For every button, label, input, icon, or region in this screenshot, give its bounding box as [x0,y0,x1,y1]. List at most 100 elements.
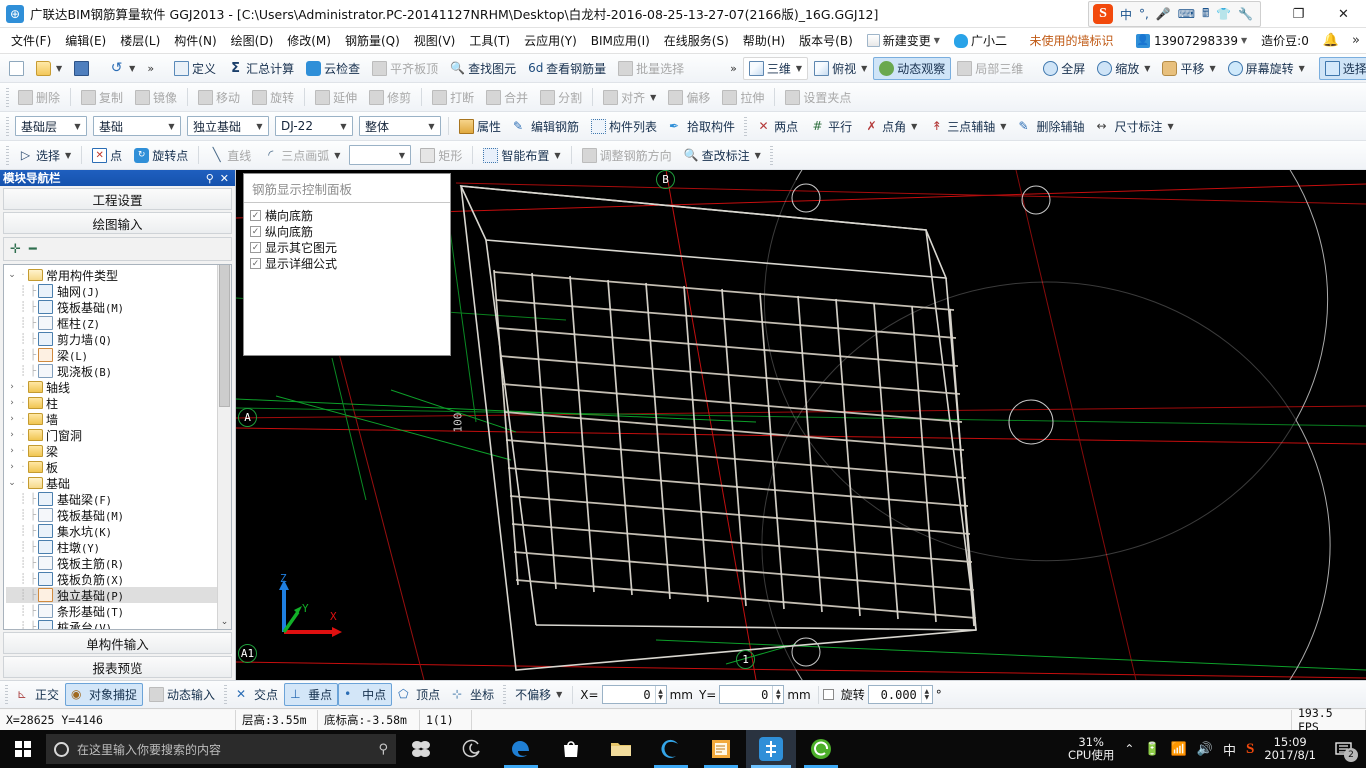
category-combo-chevron-down-icon[interactable]: ▼ [165,122,178,131]
toolbar-component-grip[interactable] [6,116,9,136]
search-input[interactable]: 在这里输入你要搜索的内容 [77,741,370,758]
ime-mode-toggle[interactable]: 中 [1120,6,1132,23]
checkbox-icon[interactable]: ✓ [250,241,261,253]
tree-folder-10[interactable]: › · 门窗洞 [6,427,217,443]
category-combo[interactable]: 基础 ▼ [93,116,181,136]
menubar-overflow-icon[interactable]: » [1346,33,1366,48]
smart-layout-chevron-down-icon[interactable]: ▼ [554,151,560,160]
partial-3d-button[interactable]: 局部三维 [951,57,1029,80]
orbit-button[interactable]: 动态观察 [873,56,952,80]
tree-scroll-down-icon[interactable]: ⌄ [221,616,229,629]
tree-twisty-icon[interactable]: › [6,398,18,408]
menu-online-svc[interactable]: 在线服务(S) [657,29,736,52]
file-explorer-icon[interactable] [596,730,646,768]
move-button[interactable]: 移动 [192,86,246,109]
tree-twisty-icon[interactable]: › [6,382,18,392]
rectangle-tool-button[interactable]: 矩形 [414,144,468,167]
tree-item-20[interactable]: ┊ ├ 独立基础(P) [6,587,217,603]
microsoft-store-icon[interactable] [546,730,596,768]
floor-combo[interactable]: 基础层 ▼ [15,116,87,136]
tree-item-19[interactable]: ┊ ├ 筏板负筋(X) [6,571,217,587]
top-view-chevron-down-icon[interactable]: ▼ [861,64,867,73]
menu-edit[interactable]: 编辑(E) [58,29,113,52]
batch-select-button[interactable]: 批量选择 [612,57,690,80]
arc-mode-chevron-down-icon[interactable]: ▼ [395,151,408,160]
rebar-option-longitudinal-bottom[interactable]: ✓ 纵向底筋 [250,223,450,239]
undo-button[interactable]: ↺ ▼ [103,58,141,79]
notepad-editor-icon[interactable] [696,730,746,768]
component-name-combo[interactable]: DJ-22 ▼ [275,116,353,136]
component-tree[interactable]: ⌄ · 常用构件类型 ┊ ├ 轴网(J) ┊ ├ 筏板基础(M) ┊ ├ 框柱(Z) ┊ ├ 剪力墙(Q) ┊… [4,265,217,629]
component-type-combo[interactable]: 独立基础 ▼ [187,116,269,136]
ortho-toggle[interactable]: ⊾ 正交 [11,683,65,706]
edge-browser-icon[interactable] [496,730,546,768]
edit-rebar-button[interactable]: ✎ 编辑钢筋 [507,115,585,138]
sogou-tray-icon[interactable]: S [1246,741,1254,758]
align-button[interactable]: 对齐 ▼ [597,86,662,109]
menu-cloud-app[interactable]: 云应用(Y) [517,29,584,52]
floor-combo-chevron-down-icon[interactable]: ▼ [71,122,84,131]
menu-floor[interactable]: 楼层(L) [113,29,167,52]
rotate-point-tool-button[interactable]: ↻ 旋转点 [128,144,194,167]
screen-rotate-button[interactable]: 屏幕旋转 ▼ [1222,57,1311,80]
account-button[interactable]: 👤 13907298339 ▼ [1129,31,1254,51]
delete-button[interactable]: 删除 [12,86,66,109]
new-file-button[interactable] [3,58,30,79]
checkbox-icon[interactable]: ✓ [250,225,261,237]
display-mode-combo[interactable]: 整体 ▼ [359,116,441,136]
checkbox-icon[interactable]: ✓ [250,209,261,221]
tree-item-22[interactable]: ┊ ├ 桩承台(V) [6,619,217,629]
open-file-button[interactable]: ▼ [30,58,68,79]
copy-button[interactable]: 复制 [75,86,129,109]
property-button[interactable]: 属性 [453,115,507,138]
adjust-rebar-direction-button[interactable]: 调整钢筋方向 [576,144,678,167]
point-tool-button[interactable]: ✕ 点 [86,144,128,167]
tree-item-1[interactable]: ┊ ├ 轴网(J) [6,283,217,299]
toolbar-axis-grip[interactable] [744,116,748,136]
tree-twisty-icon[interactable]: › [6,430,18,440]
menu-component[interactable]: 构件(N) [167,29,223,52]
three-point-arc-chevron-down-icon[interactable]: ▼ [334,151,340,160]
ime-toolbox-icon[interactable]: 🖩 [1202,4,1209,25]
two-point-axis-button[interactable]: ✕ 两点 [750,115,804,138]
ime-softkeyboard-icon[interactable]: ⌨ [1178,7,1195,21]
snap-perpendicular-toggle[interactable]: ⊥ 垂点 [284,683,339,706]
merge-button[interactable]: 合并 [480,86,534,109]
close-button[interactable]: ✕ [1321,0,1366,28]
tree-item-4[interactable]: ┊ ├ 剪力墙(Q) [6,331,217,347]
rebar-option-show-detail-formula[interactable]: ✓ 显示详细公式 [250,255,450,271]
tree-scroll-thumb[interactable] [219,265,230,407]
ime-voice-icon[interactable]: 🎤 [1156,7,1171,21]
tree-twisty-icon[interactable]: › [6,446,18,456]
undo-chevron-down-icon[interactable]: ▼ [129,64,135,73]
tree-folder-11[interactable]: › · 梁 [6,443,217,459]
tree-item-18[interactable]: ┊ ├ 筏板主筋(R) [6,555,217,571]
sogou-pinyin-taskbar-icon[interactable] [396,730,446,768]
stretch-button[interactable]: 拉伸 [716,86,770,109]
menu-file[interactable]: 文件(F) [4,29,58,52]
set-grip-button[interactable]: 设置夹点 [779,86,857,109]
three-d-chevron-down-icon[interactable]: ▼ [796,64,802,73]
trim-button[interactable]: 修剪 [363,86,417,109]
display-mode-combo-chevron-down-icon[interactable]: ▼ [425,122,438,131]
ime-indicator[interactable]: 中 [1223,740,1236,759]
tray-expand-icon[interactable]: ⌃ [1124,742,1134,756]
three-point-axis-button[interactable]: ↟ 三点辅轴 ▼ [923,115,1012,138]
tree-item-15[interactable]: ┊ ├ 筏板基础(M) [6,507,217,523]
rotate-stepper[interactable]: ▲ ▼ [920,686,932,703]
collapse-all-icon[interactable]: ━ [29,242,37,257]
parallel-axis-button[interactable]: # 平行 [804,115,858,138]
check-annotation-button[interactable]: 🔍 查改标注 ▼ [678,144,767,167]
clock[interactable]: 15:09 2017/8/1 [1264,736,1316,762]
rebar-display-control-panel[interactable]: 钢筋显示控制面板 ✓ 横向底筋 ✓ 纵向底筋 ✓ 显示其它图元 ✓ 显示详细公式 [243,173,451,356]
axis-label-a[interactable]: A [238,408,257,427]
axis-label-a1[interactable]: A1 [238,644,257,663]
volume-icon[interactable]: 🔊 [1197,742,1213,757]
tree-folder-8[interactable]: › · 柱 [6,395,217,411]
save-button[interactable] [68,58,95,79]
three-point-arc-button[interactable]: ◜ 三点画弧 ▼ [257,144,346,167]
define-button[interactable]: 定义 [168,57,222,80]
toolbar-draw-end-grip[interactable] [769,145,773,165]
menu-version[interactable]: 版本号(B) [792,29,860,52]
select-tool-chevron-down-icon[interactable]: ▼ [65,151,71,160]
